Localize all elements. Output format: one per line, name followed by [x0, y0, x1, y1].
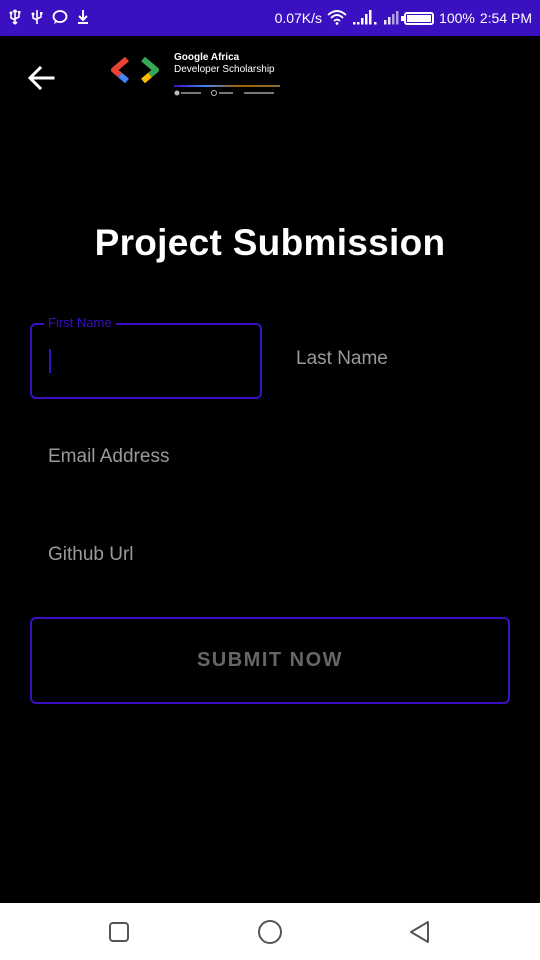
status-bar: 0.07K/s 100% 2:54 PM	[0, 0, 540, 36]
download-icon	[76, 9, 90, 28]
back-arrow-icon	[27, 65, 55, 91]
network-speed: 0.07K/s	[274, 10, 323, 26]
github-url-field[interactable]: Github Url	[48, 544, 134, 566]
clock: 2:54 PM	[479, 10, 532, 26]
recent-apps-button[interactable]	[104, 917, 134, 947]
signal-icon	[352, 9, 378, 28]
back-triangle-icon	[410, 921, 429, 943]
home-icon	[258, 920, 282, 944]
last-name-field[interactable]: Last Name	[296, 348, 388, 370]
logo-line-1: Google Africa	[174, 52, 240, 63]
wifi-icon	[327, 9, 347, 28]
signal-2-icon	[383, 9, 399, 28]
status-left-icons	[8, 0, 90, 36]
logo-divider	[174, 85, 280, 87]
gads-logo: Google Africa Developer Scholarship	[110, 52, 290, 104]
battery-icon	[401, 11, 435, 25]
code-brackets-logo-icon	[111, 56, 159, 84]
submit-button[interactable]: SUBMIT NOW	[30, 617, 510, 704]
recent-apps-icon	[109, 922, 129, 942]
partner-logos-icon	[174, 90, 274, 96]
home-button[interactable]	[255, 917, 285, 947]
status-right-icons: 0.07K/s 100% 2:54 PM	[275, 0, 532, 36]
first-name-label: First Name	[44, 315, 116, 330]
text-cursor	[49, 349, 51, 373]
back-nav-button[interactable]	[405, 917, 435, 947]
logo-text: Google Africa Developer Scholarship	[174, 52, 275, 76]
chat-bubble-icon	[52, 9, 68, 28]
email-field[interactable]: Email Address	[48, 446, 169, 468]
system-nav-bar	[0, 903, 540, 960]
logo-line-2: Developer Scholarship	[174, 64, 275, 75]
page-title: Project Submission	[94, 222, 446, 263]
project-submission-screen: 0.07K/s 100% 2:54 PM Google Africa Devel…	[0, 0, 540, 960]
first-name-field[interactable]: First Name	[30, 315, 262, 399]
battery-percent: 100%	[439, 10, 475, 26]
usb-debug-icon	[30, 9, 44, 28]
back-button[interactable]	[26, 62, 58, 94]
usb-icon	[8, 8, 22, 28]
